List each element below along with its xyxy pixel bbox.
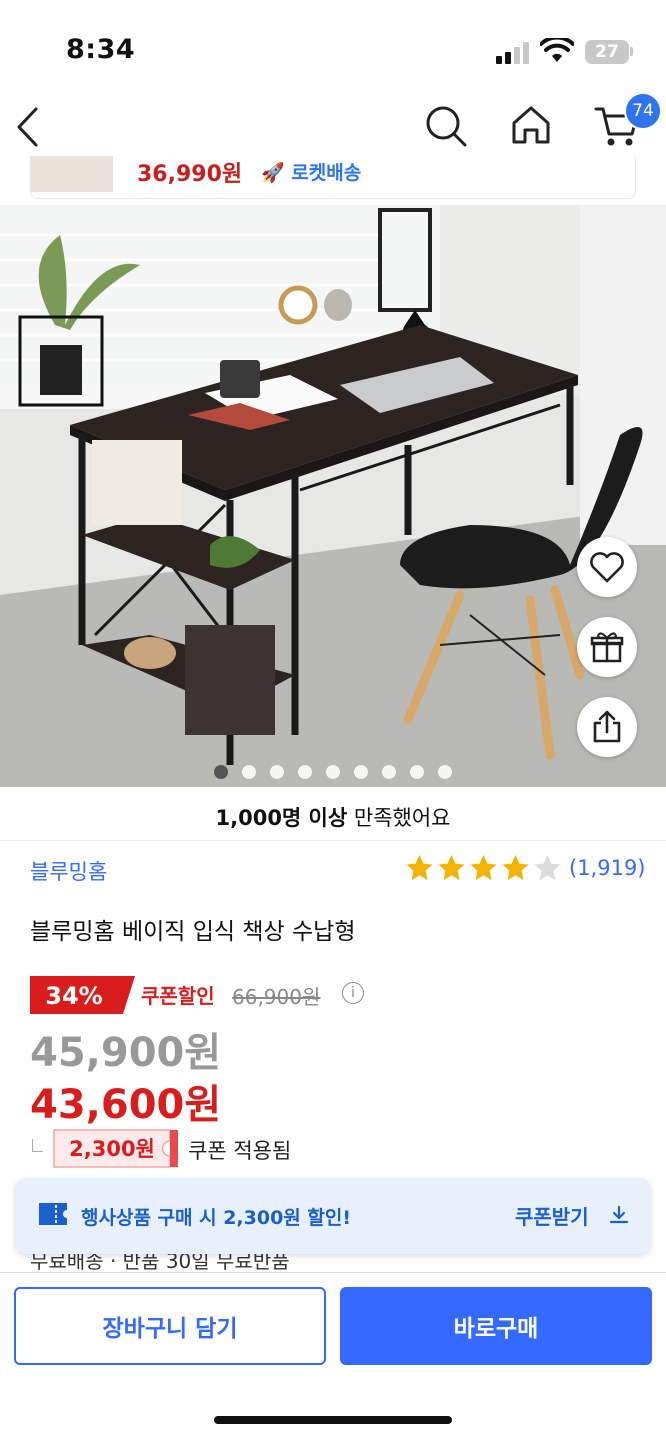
- get-coupon-button[interactable]: 쿠폰받기: [515, 1201, 589, 1230]
- gift-button[interactable]: [577, 617, 637, 677]
- pagination-dot[interactable]: [410, 765, 424, 779]
- rating-stars[interactable]: [404, 853, 563, 883]
- buy-now-button[interactable]: 바로구매: [340, 1287, 652, 1365]
- mini-price: 36,990원: [137, 162, 243, 187]
- coupon-price: 43,600원: [30, 1082, 222, 1128]
- coupon-amount-tag: 2,300원: [53, 1129, 178, 1168]
- divider: [0, 840, 666, 841]
- coupon-applied-text: 쿠폰 적용됨: [188, 1139, 292, 1163]
- pagination-dot[interactable]: [438, 765, 452, 779]
- pagination-dot[interactable]: [354, 765, 368, 779]
- star-icon: [502, 854, 529, 881]
- discount-percent: 34%: [45, 982, 102, 1010]
- coupon-ticket-icon: [39, 1203, 67, 1225]
- product-title: 블루밍홈 베이직 입식 책상 수납형: [30, 919, 356, 945]
- bottom-bar-divider: [0, 1272, 666, 1273]
- sale-price: 45,900원: [30, 1030, 222, 1076]
- back-arrow-icon[interactable]: [14, 106, 42, 148]
- cellular-signal-icon: [496, 42, 532, 64]
- brand-link[interactable]: 블루밍홈: [30, 856, 107, 886]
- battery-icon: 27: [585, 40, 629, 64]
- rocket-delivery-label: 🚀 로켓배송: [261, 162, 362, 184]
- desk-photo: [0, 205, 666, 787]
- star-icon: [534, 854, 561, 881]
- mini-product-thumbnail: [31, 156, 113, 192]
- coupon-amount: 2,300원: [69, 1137, 155, 1161]
- discount-badge: 34%: [30, 976, 135, 1014]
- add-to-cart-button[interactable]: 장바구니 담기: [14, 1287, 326, 1365]
- image-pagination: [0, 765, 666, 779]
- pagination-dot[interactable]: [270, 765, 284, 779]
- star-icon: [470, 854, 497, 881]
- pagination-dot[interactable]: [298, 765, 312, 779]
- share-button[interactable]: [577, 697, 637, 757]
- status-time: 8:34: [66, 34, 136, 65]
- coupon-banner[interactable]: 행사상품 구매 시 2,300원 할인! 쿠폰받기: [15, 1178, 651, 1254]
- pagination-dot[interactable]: [326, 765, 340, 779]
- coupon-banner-text: 행사상품 구매 시 2,300원 할인!: [81, 1207, 352, 1229]
- pagination-dot[interactable]: [214, 765, 228, 779]
- satisfaction-suffix: 만족했어요: [347, 806, 451, 830]
- coupon-discount-label: 쿠폰할인: [141, 984, 215, 1008]
- search-icon[interactable]: [424, 104, 468, 148]
- info-icon[interactable]: i: [342, 982, 364, 1004]
- gift-icon: [590, 632, 624, 663]
- pagination-dot[interactable]: [382, 765, 396, 779]
- original-price: 66,900원: [232, 985, 321, 1009]
- wishlist-heart-button[interactable]: [577, 537, 637, 597]
- rocket-delivery-text: 로켓배송: [291, 162, 362, 184]
- cart-count-badge: 74: [624, 92, 662, 130]
- heart-icon: [590, 552, 624, 583]
- mini-product-bar[interactable]: 36,990원 🚀 로켓배송: [30, 156, 636, 199]
- corner-arrow-icon: [32, 1139, 43, 1152]
- battery-tip: [630, 47, 633, 56]
- download-icon[interactable]: [609, 1205, 629, 1225]
- wifi-icon: [540, 38, 574, 62]
- share-icon: [593, 710, 621, 743]
- satisfaction-count: 1,000명 이상: [215, 806, 348, 830]
- home-indicator: [214, 1416, 452, 1424]
- star-icon: [438, 854, 465, 881]
- pagination-dot[interactable]: [242, 765, 256, 779]
- home-icon[interactable]: [510, 104, 552, 146]
- battery-level: 27: [595, 42, 619, 62]
- product-image[interactable]: [0, 205, 666, 787]
- rating-count[interactable]: (1,919): [569, 856, 646, 880]
- star-icon: [406, 854, 433, 881]
- satisfaction-text: 1,000명 이상 만족했어요: [0, 802, 666, 832]
